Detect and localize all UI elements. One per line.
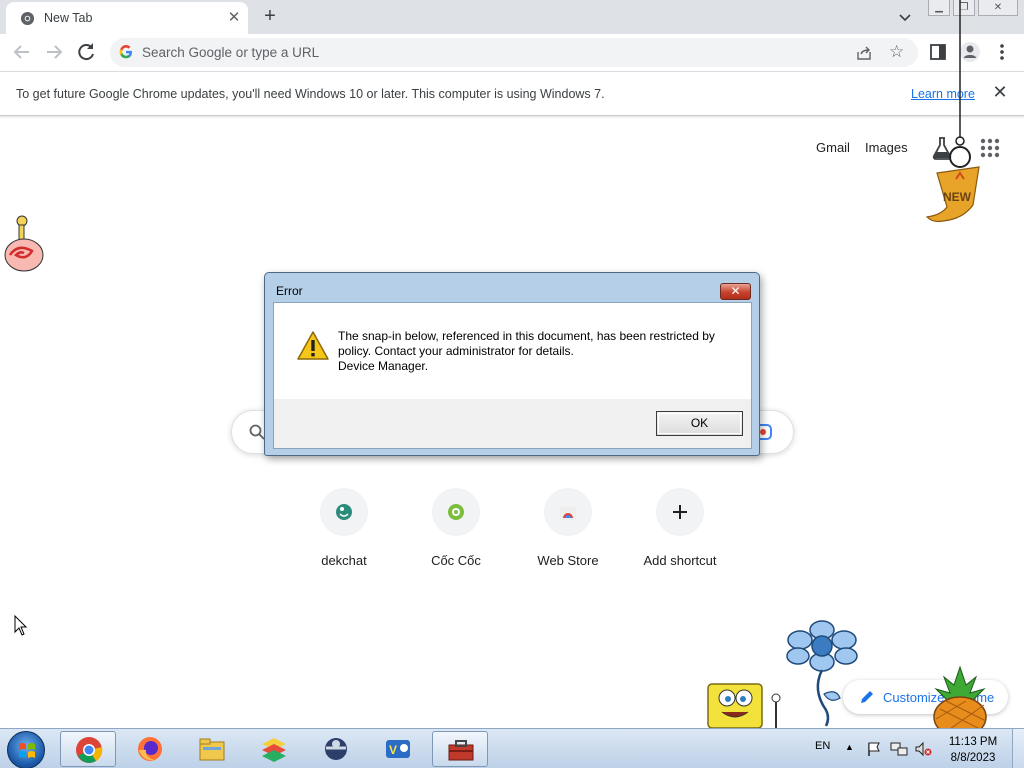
webstore-icon	[544, 488, 592, 536]
new-badge-text: NEW	[943, 190, 972, 204]
google-g-icon	[119, 45, 132, 59]
taskbar-network-app[interactable]	[308, 731, 364, 767]
network-tray-icon[interactable]	[890, 741, 908, 757]
tab-search-icon[interactable]	[895, 7, 915, 27]
shortcut-label: Web Store	[537, 553, 599, 568]
shortcut-label: dekchat	[321, 553, 367, 568]
volume-muted-icon[interactable]	[914, 741, 932, 757]
snail-decoration	[4, 215, 44, 272]
omnibox-placeholder: Search Google or type a URL	[142, 45, 320, 60]
bluestacks-icon	[262, 738, 286, 762]
dialog-close-button[interactable]: ✕	[720, 283, 751, 300]
taskbar-firefox[interactable]	[122, 731, 178, 767]
action-center-flag-icon[interactable]	[866, 741, 882, 757]
tab-new-tab[interactable]: New Tab ✕	[6, 2, 248, 34]
new-tab-button[interactable]: +	[259, 5, 281, 27]
update-infobar: To get future Google Chrome updates, you…	[0, 71, 1024, 116]
network-icon	[325, 738, 347, 760]
reload-icon[interactable]	[74, 40, 98, 64]
omnibox[interactable]: Search Google or type a URL ☆	[110, 38, 918, 67]
menu-kebab-icon[interactable]	[991, 41, 1013, 63]
taskbar-unikey[interactable]: V	[370, 731, 426, 767]
hanging-string-decoration	[955, 0, 965, 146]
shortcut-dekchat[interactable]: dekchat	[288, 486, 400, 576]
tab-strip: New Tab ✕ + ▁ ❐ ✕	[0, 0, 1024, 34]
toolbar: Search Google or type a URL ☆	[0, 34, 1024, 71]
share-icon[interactable]	[856, 45, 872, 61]
shortcut-label: Add shortcut	[643, 553, 717, 568]
dialog-message: The snap-in below, referenced in this do…	[338, 329, 738, 374]
firefox-icon	[138, 737, 162, 761]
dialog-title: Error	[276, 284, 303, 298]
ok-button[interactable]: OK	[656, 411, 743, 436]
infobar-close-icon[interactable]: ✕	[990, 82, 1010, 104]
warning-icon	[297, 331, 329, 360]
language-indicator[interactable]: EN	[815, 740, 830, 752]
forward-icon[interactable]	[42, 40, 66, 64]
dialog-message-line: The snap-in below, referenced in this do…	[338, 329, 715, 343]
side-panel-icon[interactable]	[927, 41, 949, 63]
bookmark-star-icon[interactable]: ☆	[889, 42, 904, 62]
start-button[interactable]	[7, 731, 45, 768]
shortcut-add[interactable]: Add shortcut	[624, 486, 736, 576]
infobar-message: To get future Google Chrome updates, you…	[16, 87, 605, 101]
clock-time: 11:13 PM	[948, 736, 998, 748]
chrome-favicon-icon	[20, 11, 35, 26]
taskbar-explorer[interactable]	[184, 731, 240, 767]
minimize-button[interactable]: ▁	[928, 0, 950, 16]
google-apps-icon[interactable]	[980, 138, 1000, 158]
dekchat-icon	[320, 488, 368, 536]
shortcut-coc-coc[interactable]: Cốc Cốc	[400, 486, 512, 576]
dialog-body: The snap-in below, referenced in this do…	[273, 302, 752, 449]
pineapple-decoration	[933, 665, 987, 728]
svg-text:V: V	[389, 743, 397, 757]
new-badge-sticker: NEW	[925, 146, 980, 223]
taskbar-chrome[interactable]	[60, 731, 116, 767]
search-icon	[249, 424, 265, 440]
tab-title: New Tab	[44, 11, 93, 25]
taskbar: V EN ▲ 11:13 PM 8/8/2023	[0, 728, 1024, 768]
images-link[interactable]: Images	[865, 140, 908, 155]
spongebob-decoration	[707, 683, 781, 728]
show-hidden-icons-icon[interactable]: ▲	[845, 742, 854, 752]
tab-close-icon[interactable]: ✕	[224, 8, 244, 28]
shortcut-label: Cốc Cốc	[431, 553, 481, 568]
system-clock[interactable]: 11:13 PM 8/8/2023	[938, 734, 1008, 766]
dialog-message-line: policy. Contact your administrator for d…	[338, 344, 574, 358]
learn-more-link[interactable]: Learn more	[911, 87, 975, 101]
file-explorer-icon	[199, 738, 225, 761]
close-window-button[interactable]: ✕	[978, 0, 1018, 16]
dialog-message-line: Device Manager.	[338, 359, 429, 373]
chrome-icon	[76, 737, 103, 763]
pencil-icon	[861, 691, 873, 703]
clock-date: 8/8/2023	[950, 752, 996, 764]
gmail-link[interactable]: Gmail	[816, 140, 850, 155]
flower-decoration	[786, 620, 858, 727]
unikey-icon: V	[386, 740, 410, 758]
dialog-message-area: The snap-in below, referenced in this do…	[274, 303, 751, 399]
windows-logo-icon	[19, 743, 35, 758]
plus-icon	[656, 488, 704, 536]
mouse-cursor-icon	[14, 615, 28, 636]
error-dialog: Error ✕ The snap-in below, referenced in…	[264, 272, 760, 456]
taskbar-bluestacks[interactable]	[246, 731, 302, 767]
taskbar-toolbox[interactable]	[432, 731, 488, 767]
back-icon[interactable]	[10, 40, 34, 64]
shortcut-web-store[interactable]: Web Store	[512, 486, 624, 576]
coccoc-icon	[432, 488, 480, 536]
toolbox-icon	[448, 740, 474, 761]
show-desktop-button[interactable]	[1012, 729, 1024, 768]
